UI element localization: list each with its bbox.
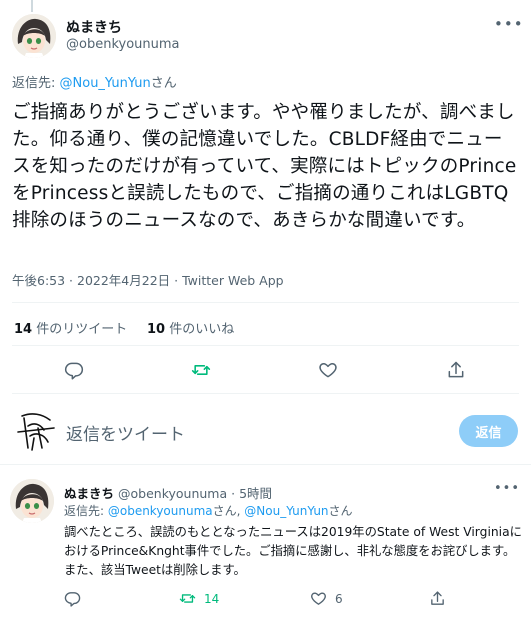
divider [12,302,519,303]
retweet-stat[interactable]: 14 件のリツイート [14,318,127,337]
avatar-sketch [17,413,55,451]
tweet-timestamp[interactable]: 午後6:53 · 2022年4月22日 · Twitter Web App [12,270,284,289]
retweet-label: 件のリツイート [36,322,128,337]
reply-to-handle-link[interactable]: @Nou_YunYun [60,76,151,91]
display-name[interactable]: ぬまきち [66,17,122,37]
like-stat[interactable]: 10 件のいいね [147,318,234,337]
reply-to-handle-link[interactable]: @obenkyounuma [108,504,213,518]
reply-button[interactable] [64,590,81,607]
compose-avatar[interactable] [14,408,58,452]
like-count: 10 [147,322,166,337]
reply-button[interactable] [64,360,84,380]
like-button[interactable]: 6 [310,590,343,607]
reply-submit-button[interactable]: 返信 [459,415,518,447]
avatar-illustration [12,14,56,58]
share-button[interactable] [429,590,446,607]
reply-to-suffix: さん [328,504,353,518]
thread-connector-line [31,0,33,12]
share-icon [431,591,444,605]
retweet-button[interactable]: 14 [179,590,219,607]
compose-reply-input[interactable]: 返信をツイート [66,420,185,445]
retweet-icon [179,594,196,603]
reply-author-line: ぬまきち @obenkyounuma · 5時間 [64,483,272,502]
reply-to-prefix: 返信先: [64,504,108,518]
more-options-icon[interactable]: ••• [494,15,524,33]
divider [12,345,519,346]
reply-to-prefix: 返信先: [12,76,60,91]
divider [0,464,531,465]
divider [12,393,519,394]
share-icon [448,361,464,378]
reply-to-handle-link[interactable]: @Nou_YunYun [244,504,328,518]
retweet-button[interactable] [191,360,211,380]
avatar[interactable] [12,14,56,58]
like-count: 6 [335,591,343,606]
avatar-illustration [10,479,54,523]
tweet-time[interactable]: · 5時間 [231,486,272,501]
reply-to-line: 返信先: @Nou_YunYunさん [12,72,177,91]
more-options-icon[interactable]: ••• [494,481,520,496]
display-name[interactable]: ぬまきち [64,486,114,501]
retweet-icon [191,365,211,375]
retweet-count: 14 [204,591,220,606]
reply-to-separator: さん, [212,504,245,518]
retweet-count: 14 [14,322,33,337]
tweet-text: 調べたところ、誤読のもととなったニュースは2019年のState of West… [64,525,522,577]
user-handle[interactable]: @obenkyounuma [118,486,227,501]
share-button[interactable] [446,360,466,380]
user-handle[interactable]: @obenkyounuma [66,37,180,52]
like-button[interactable] [318,360,338,380]
reply-icon [64,362,84,380]
heart-icon [319,363,337,378]
tweet-text: ご指摘ありがとうございます。やや罹りましたが、調べました。仰る通り、僕の記憶違い… [12,102,517,231]
reply-to-suffix: さん [150,76,177,91]
reply-to-line: 返信先: @obenkyounumaさん, @Nou_YunYunさん [64,502,353,519]
heart-icon [311,592,326,605]
like-label: 件のいいね [169,322,235,337]
avatar[interactable] [10,479,54,523]
reply-icon [64,592,81,607]
